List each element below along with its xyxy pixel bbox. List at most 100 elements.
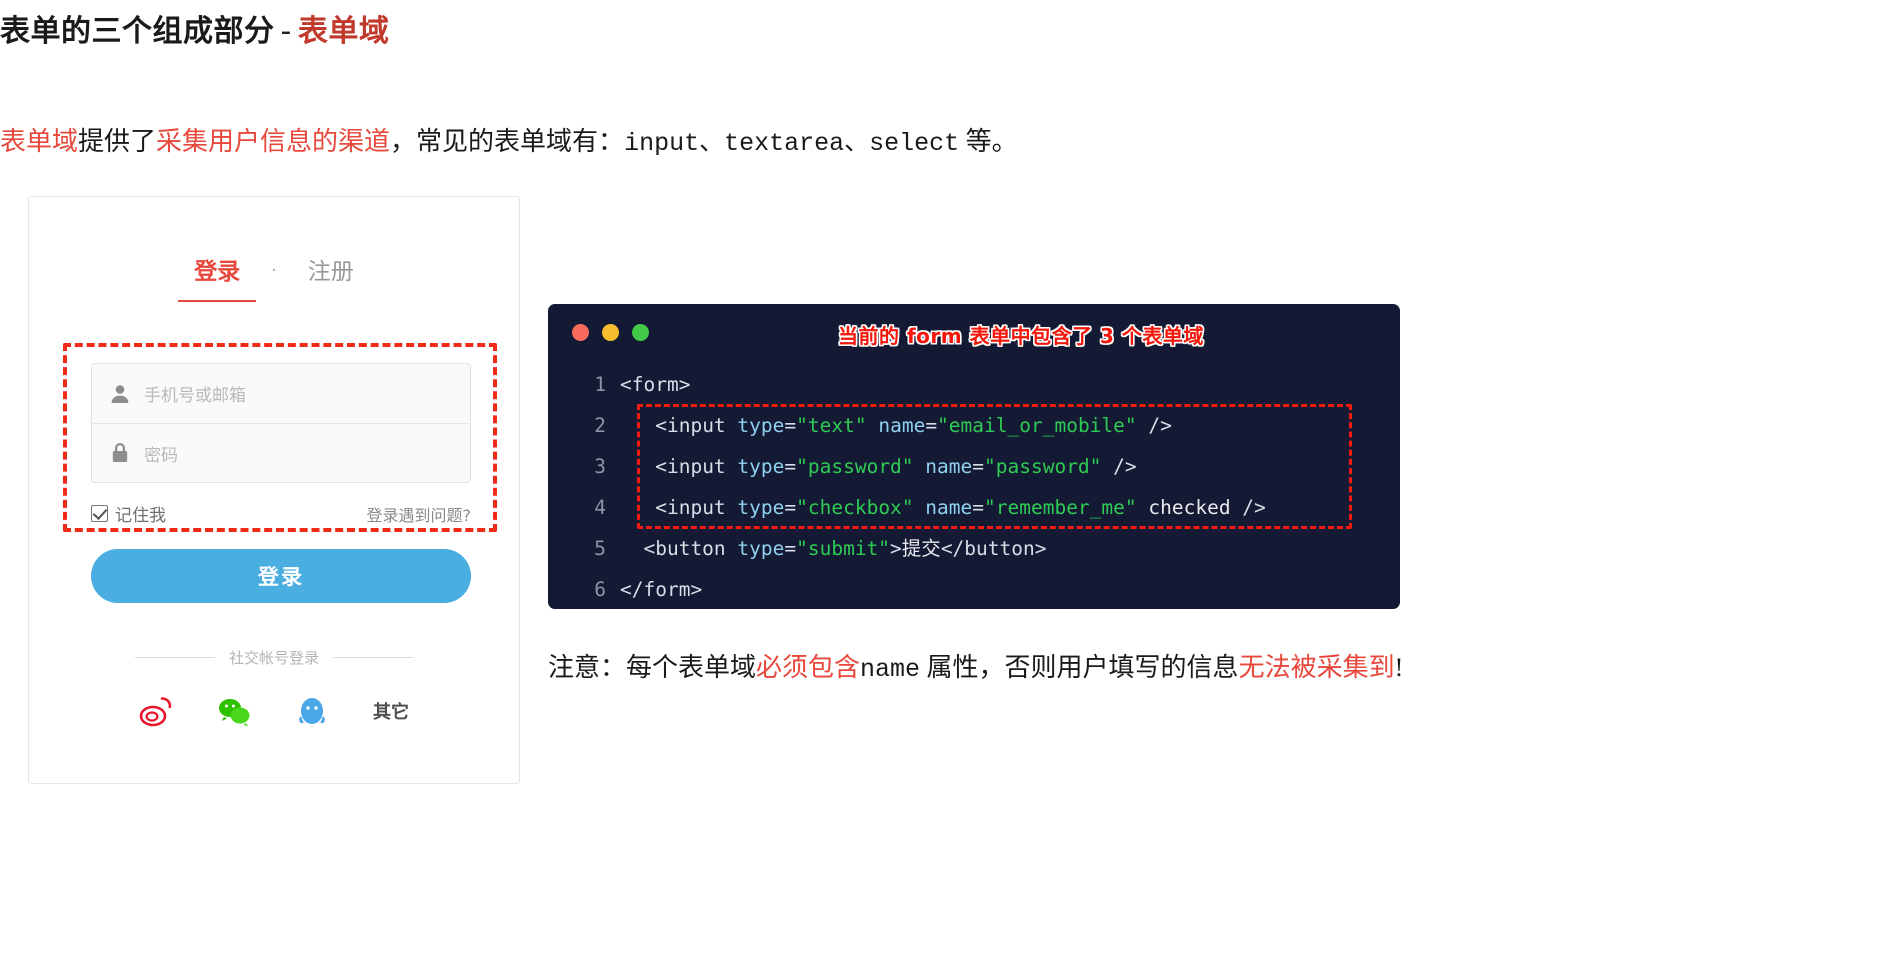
intro-text-3: 等。 <box>959 127 1018 156</box>
code-line-number: 5 <box>594 537 606 560</box>
note-paragraph: 注意：每个表单域必须包含name 属性，否则用户填写的信息无法被采集到! <box>548 648 1403 689</box>
code-token-eq: = <box>784 455 797 478</box>
social-divider: 社交帐号登录 <box>29 647 519 668</box>
field-row-account[interactable]: 手机号或邮箱 <box>92 364 470 423</box>
intro-text-2: ，常见的表单域有： <box>390 127 625 156</box>
maximize-dot[interactable] <box>632 324 649 341</box>
code-line: 1 <form> <box>572 364 1388 405</box>
divider-line-left <box>134 657 215 658</box>
page-title-main: 表单的三个组成部分 <box>0 14 275 49</box>
code-token-tag: > <box>890 537 902 560</box>
code-token-eq: = <box>972 455 985 478</box>
minimize-dot[interactable] <box>602 324 619 341</box>
code-token-val: "password" <box>796 455 914 478</box>
code-token-tag: <form> <box>620 373 691 396</box>
code-token-val: "password" <box>984 455 1102 478</box>
code-line-number: 1 <box>594 373 606 396</box>
social-login-section: 社交帐号登录 其它 <box>29 647 519 728</box>
code-token-tag: /> <box>1230 496 1266 519</box>
social-other-label[interactable]: 其它 <box>373 698 409 724</box>
social-divider-label: 社交帐号登录 <box>228 649 319 667</box>
code-line: 3 <input type="password" name="password"… <box>572 446 1388 487</box>
code-token-eq: = <box>784 414 797 437</box>
lock-icon <box>108 441 132 465</box>
field-row-password[interactable]: 密码 <box>92 423 470 482</box>
code-token-txt: 提交 <box>901 537 941 560</box>
code-annotation-text: 当前的 form 表单中包含了 3 个表单域 <box>838 324 1204 348</box>
divider-line-right <box>333 657 413 658</box>
code-token-attr: name <box>925 496 973 519</box>
account-placeholder: 手机号或邮箱 <box>144 386 246 406</box>
code-line: 4 <input type="checkbox" name="remember_… <box>572 487 1388 528</box>
tab-register[interactable]: 注册 <box>304 252 358 286</box>
code-token-eq: = <box>784 537 797 560</box>
code-token-val: "submit" <box>796 537 891 560</box>
tab-login[interactable]: 登录 <box>190 252 244 286</box>
login-submit-button[interactable]: 登录 <box>91 549 471 603</box>
weibo-icon[interactable] <box>139 694 173 728</box>
window-control-dots <box>572 324 649 341</box>
wechat-icon[interactable] <box>217 694 251 728</box>
code-token-val: "email_or_mobile" <box>937 414 1137 437</box>
remember-row: 记住我 登录遇到问题? <box>91 501 471 526</box>
login-help-link[interactable]: 登录遇到问题? <box>367 502 472 526</box>
intro-paragraph: 表单域提供了采集用户信息的渠道，常见的表单域有：input、textarea、s… <box>0 122 1018 163</box>
page-title-accent: 表单域 <box>297 14 390 49</box>
code-token-tag: </button> <box>940 537 1047 560</box>
code-line-number: 2 <box>594 414 606 437</box>
code-token-tag: </form> <box>620 578 703 601</box>
intro-term-form-field: 表单域 <box>0 127 79 156</box>
code-token-attr: name <box>925 455 973 478</box>
note-text-3: ! <box>1394 653 1404 682</box>
code-token-eq: = <box>972 496 985 519</box>
code-token-txt: checked <box>1136 496 1231 519</box>
remember-me-label: 记住我 <box>115 506 166 526</box>
note-code-name: name <box>860 655 921 684</box>
login-card: 登录 · 注册 手机号或邮箱 密码 记住我 登录遇到问题? 登录 社交帐号登录 … <box>28 196 520 784</box>
code-token-tag: /> <box>1136 414 1172 437</box>
code-token-eq: = <box>925 414 938 437</box>
social-icon-row: 其它 <box>29 694 519 728</box>
code-token-tag: <input <box>655 496 738 519</box>
code-line: 5 <button type="submit">提交</button> <box>572 528 1388 569</box>
code-token-attr: type <box>737 496 785 519</box>
code-token-attr: name <box>878 414 926 437</box>
code-line: 6 </form> <box>572 569 1388 610</box>
close-dot[interactable] <box>572 324 589 341</box>
code-line-number: 4 <box>594 496 606 519</box>
intro-code-list: input、textarea、select <box>624 129 960 158</box>
code-line: 2 <input type="text" name="email_or_mobi… <box>572 405 1388 446</box>
remember-me-checkbox-group[interactable]: 记住我 <box>91 501 166 526</box>
code-token-attr: type <box>737 414 785 437</box>
code-token-tag: <button <box>643 537 738 560</box>
qq-icon[interactable] <box>295 694 329 728</box>
code-token-tag: <input <box>655 414 738 437</box>
tab-separator: · <box>271 261 277 281</box>
code-token-val: "remember_me" <box>984 496 1137 519</box>
code-token-tag: /> <box>1101 455 1137 478</box>
code-token-val: "checkbox" <box>796 496 914 519</box>
remember-me-checkbox[interactable] <box>91 505 108 522</box>
intro-term-collect: 采集用户信息的渠道 <box>156 127 391 156</box>
login-tabs: 登录 · 注册 <box>29 252 519 286</box>
code-panel: 当前的 form 表单中包含了 3 个表单域 1 <form> 2 <input t… <box>548 304 1400 609</box>
code-lines: 1 <form> 2 <input type="text" name="email_… <box>572 364 1388 610</box>
page-title-dash: - <box>280 14 292 49</box>
note-text-1: 注意：每个表单域 <box>548 653 757 682</box>
password-placeholder: 密码 <box>144 445 178 466</box>
page-title: 表单的三个组成部分 - 表单域 <box>0 6 389 50</box>
code-token-eq: = <box>784 496 797 519</box>
note-emphasis-required: 必须包含 <box>756 653 861 682</box>
intro-text-1: 提供了 <box>78 127 157 156</box>
code-token-tag: <input <box>655 455 738 478</box>
code-token-val: "text" <box>796 414 867 437</box>
code-token-attr: type <box>737 537 785 560</box>
note-emphasis-cannot: 无法被采集到 <box>1238 653 1395 682</box>
